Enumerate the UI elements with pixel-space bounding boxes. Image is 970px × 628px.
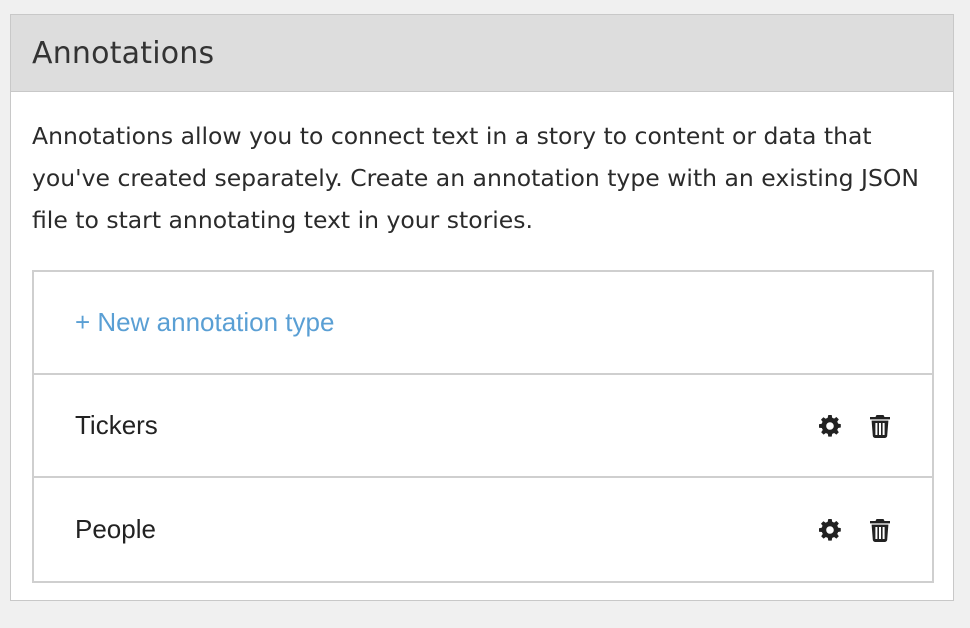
trash-icon[interactable] — [866, 516, 894, 544]
list-item: People — [34, 478, 932, 581]
new-annotation-type-row: + New annotation type — [34, 272, 932, 375]
gear-icon[interactable] — [816, 412, 844, 440]
panel-title: Annotations — [32, 35, 215, 71]
annotation-type-name: Tickers — [75, 410, 158, 440]
annotation-type-list: + New annotation type Tickers People — [32, 270, 934, 583]
trash-icon[interactable] — [866, 412, 894, 440]
gear-icon[interactable] — [816, 516, 844, 544]
panel-description: Annotations allow you to connect text in… — [32, 122, 919, 234]
list-item: Tickers — [34, 375, 932, 478]
new-annotation-type-link[interactable]: + New annotation type — [75, 307, 334, 338]
annotations-panel: Annotations Annotations allow you to con… — [10, 14, 954, 601]
panel-header: Annotations — [11, 15, 953, 92]
annotation-type-name: People — [75, 514, 156, 544]
